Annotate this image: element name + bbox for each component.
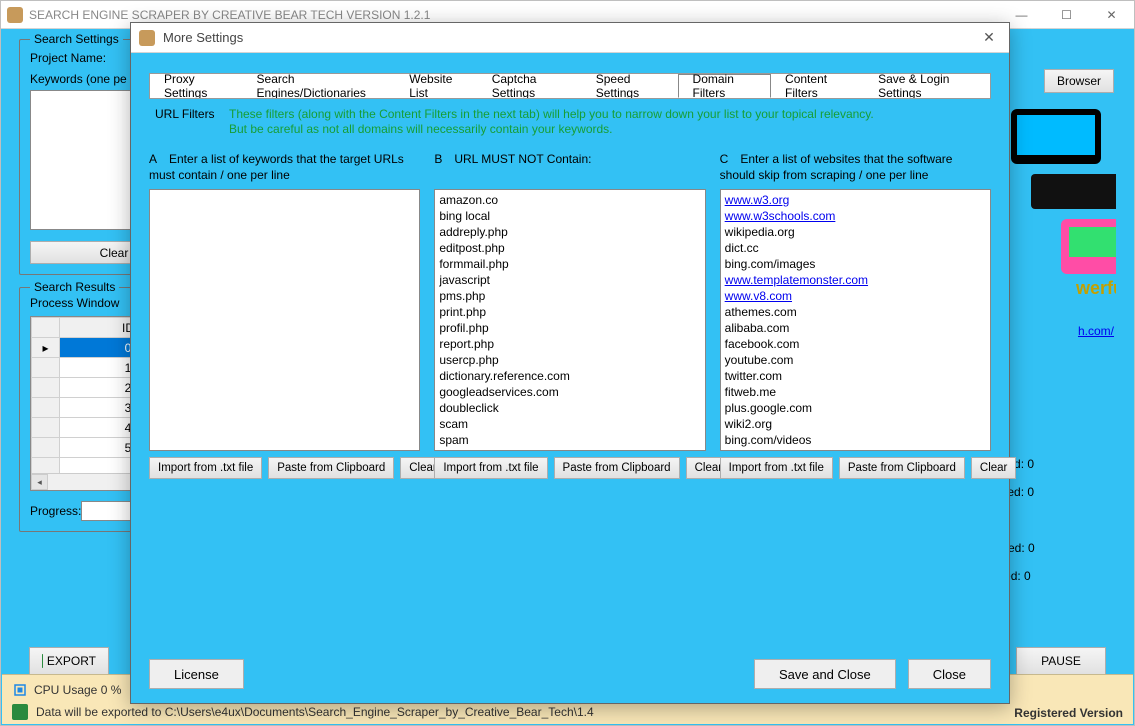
skip-list-item: dict.cc [725,240,986,256]
skip-list-item: facebook.com [725,336,986,352]
col-c-clear-button[interactable]: Clear [971,457,1016,479]
tab-domain-filters[interactable]: Domain Filters [678,74,772,98]
must-contain-textarea[interactable] [149,189,420,451]
col-c-import-button[interactable]: Import from .txt file [720,457,833,479]
skip-list-item: plus.google.com [725,400,986,416]
dialog-bottom-bar: License Save and Close Close [149,659,991,689]
save-and-close-button[interactable]: Save and Close [754,659,896,689]
skip-list-item[interactable]: www.w3.org [725,192,986,208]
skip-list-item[interactable]: www.templatemonster.com [725,272,986,288]
skip-list-item: bing.com/videos [725,432,986,448]
must-not-contain-textarea[interactable] [434,189,705,451]
more-settings-dialog: More Settings ✕ Proxy Settings Search En… [130,22,1010,704]
url-filters-label: URL Filters [149,107,229,137]
modal-overlay: More Settings ✕ Proxy Settings Search En… [0,0,1135,726]
hint-line-2: But be careful as not all domains will n… [229,122,991,137]
column-a: A Enter a list of keywords that the targ… [149,151,420,479]
col-c-paste-button[interactable]: Paste from Clipboard [839,457,965,479]
close-dialog-button[interactable]: Close [908,659,991,689]
col-a-import-button[interactable]: Import from .txt file [149,457,262,479]
dialog-titlebar: More Settings ✕ [131,23,1009,53]
skip-list-item: wiki2.org [725,416,986,432]
license-button[interactable]: License [149,659,244,689]
hint-row: URL Filters These filters (along with th… [149,107,991,137]
dialog-icon [139,30,155,46]
hint-line-1: These filters (along with the Content Fi… [229,107,991,122]
dialog-close-button[interactable]: ✕ [969,23,1009,53]
skip-list-item[interactable]: www.v8.com [725,288,986,304]
col-b-import-button[interactable]: Import from .txt file [434,457,547,479]
tab-strip: Proxy Settings Search Engines/Dictionari… [149,73,991,99]
tab-website-list[interactable]: Website List [395,74,477,98]
skip-list-item: bing.com/images [725,256,986,272]
column-c-header: C Enter a list of websites that the soft… [720,151,991,185]
skip-list-item[interactable]: www.w3schools.com [725,208,986,224]
dialog-title: More Settings [163,30,969,45]
column-c: C Enter a list of websites that the soft… [720,151,991,479]
hint-text: These filters (along with the Content Fi… [229,107,991,137]
col-b-paste-button[interactable]: Paste from Clipboard [554,457,680,479]
skip-list[interactable]: www.w3.orgwww.w3schools.comwikipedia.org… [720,189,991,451]
skip-list-item: youtube.com [725,352,986,368]
tab-save-login[interactable]: Save & Login Settings [864,74,990,98]
tab-captcha-settings[interactable]: Captcha Settings [478,74,582,98]
tab-speed-settings[interactable]: Speed Settings [582,74,678,98]
skip-list-item: alibaba.com [725,320,986,336]
skip-list-item: wikipedia.org [725,224,986,240]
skip-list-item: twitter.com [725,368,986,384]
dialog-body: Proxy Settings Search Engines/Dictionari… [131,53,1009,703]
col-a-paste-button[interactable]: Paste from Clipboard [268,457,394,479]
tab-search-engines[interactable]: Search Engines/Dictionaries [243,74,396,98]
skip-list-item: athemes.com [725,304,986,320]
tab-content-filters[interactable]: Content Filters [771,74,864,98]
tab-proxy-settings[interactable]: Proxy Settings [150,74,243,98]
column-a-header: A Enter a list of keywords that the targ… [149,151,420,185]
filter-columns: A Enter a list of keywords that the targ… [149,151,991,479]
column-b: B URL MUST NOT Contain: Import from .txt… [434,151,705,479]
skip-list-item: fitweb.me [725,384,986,400]
column-b-header: B URL MUST NOT Contain: [434,151,705,185]
